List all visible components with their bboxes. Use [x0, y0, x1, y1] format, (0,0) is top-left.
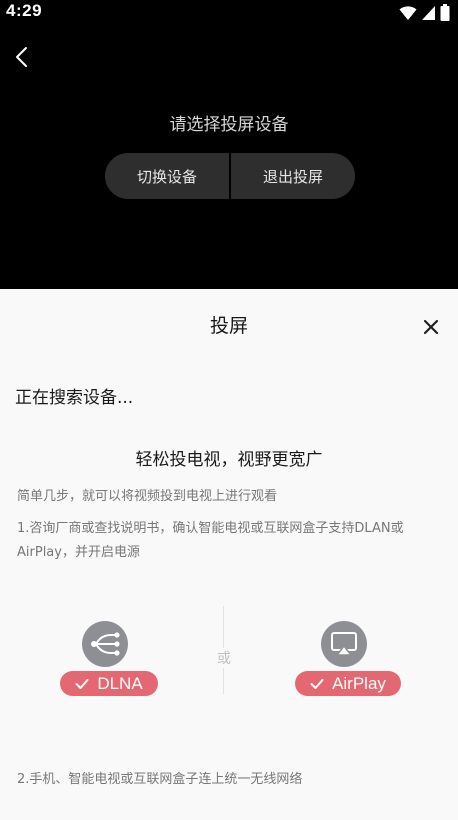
- close-button[interactable]: [420, 316, 442, 338]
- back-button[interactable]: [10, 42, 34, 72]
- searching-status: 正在搜索设备...: [15, 388, 134, 408]
- airplay-label: AirPlay: [332, 673, 386, 693]
- check-icon: [75, 678, 89, 689]
- help-intro: 简单几步，就可以将视频投到电视上进行观看: [17, 489, 278, 504]
- status-time: 4:29: [6, 1, 43, 20]
- cast-area: 请选择投屏设备 切换设备 退出投屏: [0, 26, 458, 288]
- switch-device-button[interactable]: 切换设备: [105, 153, 229, 199]
- cast-prompt: 请选择投屏设备: [169, 115, 289, 135]
- help-slogan: 轻松投电视，视野更宽广: [135, 450, 323, 470]
- chevron-left-icon: [16, 47, 27, 67]
- status-bar: 4:29: [0, 0, 458, 26]
- cast-button-group: 切换设备 退出投屏: [105, 153, 355, 199]
- dlna-badge: DLNA: [60, 671, 158, 696]
- airplay-badge: AirPlay: [295, 671, 401, 696]
- help-step-1: 1.咨询厂商或查找说明书，确认智能电视或互联网盒子支持DLAN或AirPlay，…: [17, 521, 404, 560]
- airplay-icon: [321, 621, 367, 667]
- dlna-label: DLNA: [97, 673, 143, 693]
- sheet-title: 投屏: [209, 315, 248, 337]
- dlna-icon: [82, 621, 128, 667]
- check-icon: [310, 678, 324, 689]
- protocol-illustration: DLNA 或 AirPlay: [0, 606, 458, 714]
- status-icons: [399, 4, 450, 21]
- cast-sheet: 投屏 正在搜索设备... 轻松投电视，视野更宽广 简单几步，就可以将视频投到电视…: [0, 289, 458, 820]
- help-step-2: 2.手机、智能电视或互联网盒子连上统一无线网络: [17, 772, 303, 787]
- wifi-icon: [399, 5, 417, 20]
- close-icon: [423, 319, 439, 335]
- exit-cast-button[interactable]: 退出投屏: [231, 153, 355, 199]
- or-label: 或: [213, 648, 235, 668]
- signal-icon: [422, 5, 435, 20]
- battery-icon: [440, 4, 450, 21]
